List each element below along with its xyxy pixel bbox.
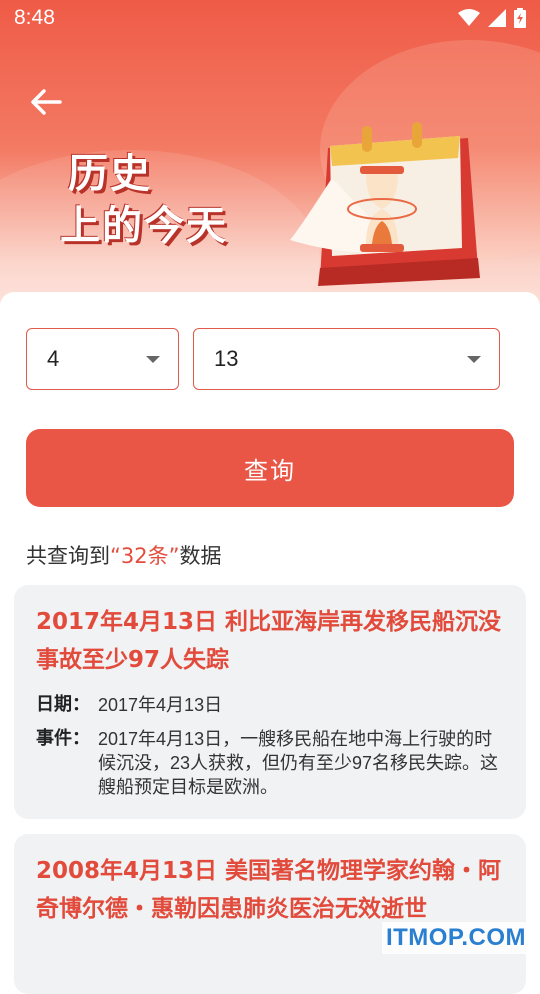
back-arrow-icon[interactable] <box>28 86 64 118</box>
hero-title-line2: 上的今天 <box>60 203 228 249</box>
result-event-row: 事件： 2017年4月13日，一艘移民船在地中海上行驶的时候沉没，23人获救，但… <box>36 727 504 799</box>
status-icons <box>458 8 526 28</box>
date-label: 日期： <box>36 694 90 715</box>
day-select-value: 13 <box>214 346 239 371</box>
hero-title: 历史 上的今天 <box>60 148 228 252</box>
event-value: 2017年4月13日，一艘移民船在地中海上行驶的时候沉没，23人获救，但仍有至少… <box>98 729 499 797</box>
battery-icon <box>514 8 526 28</box>
result-item-title: 2008年4月13日 美国著名物理学家约翰・阿奇博尔德・惠勒因患肺炎医治无效逝世 <box>36 858 502 922</box>
calendar-hourglass-illustration <box>290 122 480 286</box>
result-count-value: “32条” <box>110 544 180 568</box>
event-label: 事件： <box>36 728 90 749</box>
hero-banner: 8:48 历史 上的今天 <box>0 0 540 330</box>
chevron-down-icon <box>467 355 481 363</box>
chevron-down-icon <box>146 355 160 363</box>
result-item[interactable]: 2017年4月13日 利比亚海岸再发移民船沉没事故至少97人失踪 日期： 201… <box>14 585 526 819</box>
hero-title-line1: 历史 <box>68 151 152 197</box>
query-button[interactable]: 查询 <box>26 429 514 507</box>
status-time: 8:48 <box>14 6 55 29</box>
month-select[interactable]: 4 <box>26 328 179 390</box>
wifi-icon <box>458 9 480 26</box>
result-item-title: 2017年4月13日 利比亚海岸再发移民船沉没事故至少97人失踪 <box>36 609 502 673</box>
query-card: 4 13 查询 共查询到“32条”数据 2017年4月13日 利比亚海岸再发移民… <box>0 292 540 994</box>
result-count-suffix: 数据 <box>179 544 222 568</box>
result-date-row: 日期： 2017年4月13日 <box>36 693 504 717</box>
result-count-prefix: 共查询到 <box>26 544 110 568</box>
result-count: 共查询到“32条”数据 <box>26 540 221 570</box>
status-bar: 8:48 <box>0 0 540 36</box>
day-select[interactable]: 13 <box>193 328 500 390</box>
watermark: ITMOP.COM <box>381 922 530 954</box>
month-select-value: 4 <box>47 346 60 371</box>
date-value: 2017年4月13日 <box>98 695 223 715</box>
signal-icon <box>488 9 506 27</box>
result-item[interactable]: 2008年4月13日 美国著名物理学家约翰・阿奇博尔德・惠勒因患肺炎医治无效逝世 <box>14 834 526 994</box>
